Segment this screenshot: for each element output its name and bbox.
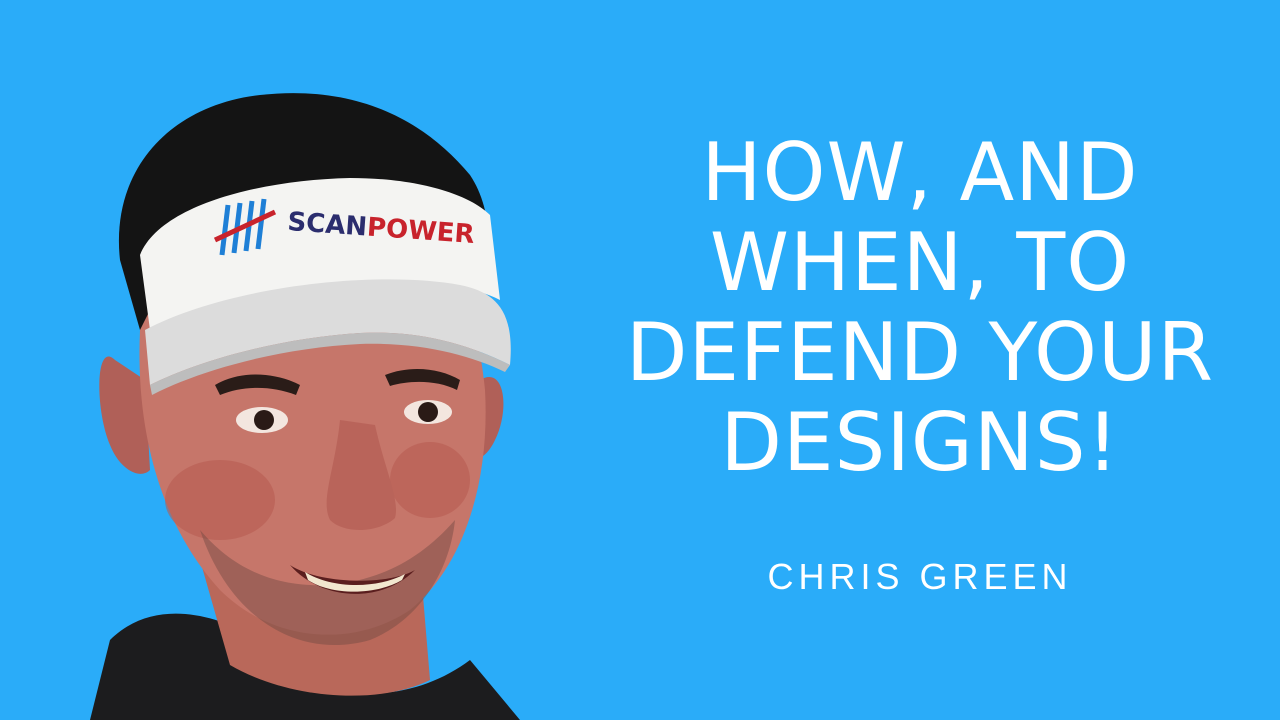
title-line-2: WHEN, TO	[709, 216, 1131, 309]
title-line-4: DESIGNS!	[720, 396, 1120, 489]
author-name: CHRIS GREEN	[767, 556, 1073, 597]
person-portrait: SCANPOWER	[90, 93, 520, 720]
thumbnail-canvas: SCANPOWER HOW, AND WHEN, TO DEFEND YOUR …	[0, 0, 1280, 720]
title-line-3: DEFEND YOUR	[625, 306, 1215, 399]
title-line-1: HOW, AND	[701, 126, 1139, 219]
title-block: HOW, AND WHEN, TO DEFEND YOUR DESIGNS!	[560, 128, 1280, 488]
